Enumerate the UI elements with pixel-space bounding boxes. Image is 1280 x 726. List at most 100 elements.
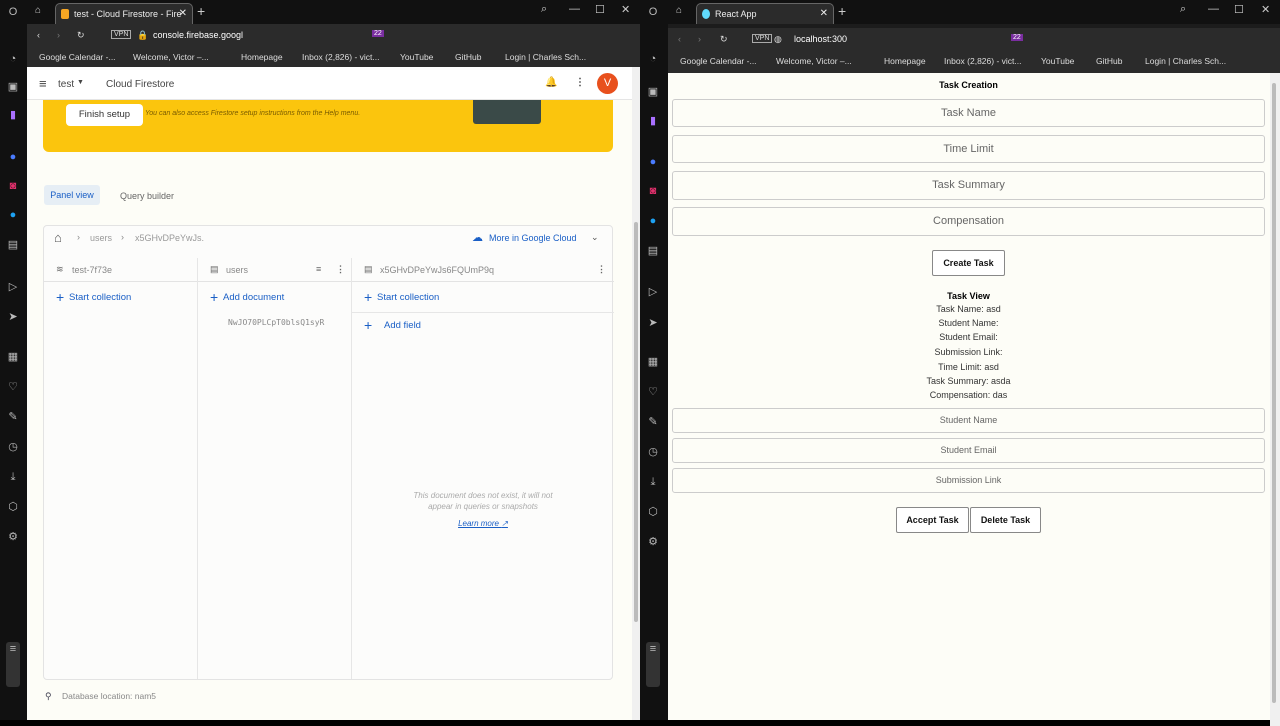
bag-icon[interactable]: ▣ <box>646 85 660 99</box>
accept-task-button[interactable]: Accept Task <box>896 507 969 533</box>
chevron-down-icon[interactable]: ▼ <box>77 79 84 86</box>
more-in-google-cloud-button[interactable]: More in Google Cloud <box>489 233 577 243</box>
download-icon[interactable]: ⤓ <box>6 470 20 484</box>
twitter-icon[interactable]: ● <box>646 214 660 228</box>
bookmark-item[interactable]: Login | Charles Sch... <box>1145 56 1226 66</box>
edit-icon[interactable]: ✎ <box>646 415 660 429</box>
bookmark-item[interactable]: Google Calendar -... <box>39 52 116 62</box>
history-icon[interactable]: ◷ <box>646 445 660 459</box>
project-selector[interactable]: test <box>58 79 74 90</box>
document-item[interactable]: NwJO70PLCpT0blsQ1syR <box>228 318 324 327</box>
compensation-input[interactable]: Compensation <box>672 207 1265 236</box>
minimize-icon[interactable]: — <box>1208 3 1219 15</box>
new-tab-icon[interactable]: + <box>838 3 846 19</box>
instagram-icon[interactable]: ◙ <box>646 184 660 198</box>
twitter-icon[interactable]: ● <box>6 208 20 222</box>
player-icon[interactable]: ▷ <box>6 280 20 294</box>
create-task-button[interactable]: Create Task <box>932 250 1005 276</box>
close-tab-icon[interactable]: ✕ <box>179 8 187 19</box>
close-tab-icon[interactable]: ✕ <box>820 8 828 19</box>
bookmark-item[interactable]: Login | Charles Sch... <box>505 52 586 62</box>
history-icon[interactable]: ◷ <box>6 440 20 454</box>
task-summary-input[interactable]: Task Summary <box>672 171 1265 200</box>
student-name-input[interactable]: Student Name <box>672 408 1265 433</box>
submission-link-input[interactable]: Submission Link <box>672 468 1265 493</box>
heart-icon[interactable]: ♡ <box>646 385 660 399</box>
twitch-icon[interactable]: ▮ <box>6 108 20 122</box>
download-icon[interactable]: ⤓ <box>646 475 660 489</box>
url-field[interactable]: console.firebase.googl <box>153 30 243 40</box>
bag-icon[interactable]: ▣ <box>6 80 20 94</box>
add-field-button[interactable]: Add field <box>352 317 421 333</box>
tab-panel-view[interactable]: Panel view <box>44 185 100 205</box>
bookmark-item[interactable]: Homepage <box>884 56 926 66</box>
scrollbar[interactable] <box>632 67 640 720</box>
settings-icon[interactable]: ⚙ <box>646 535 660 549</box>
bookmark-item[interactable]: Welcome, Victor –... <box>776 56 852 66</box>
start-collection-button[interactable]: Start collection <box>352 289 439 305</box>
bookmark-item[interactable]: Inbox (2,826) - vict... <box>944 56 1021 66</box>
close-window-icon[interactable]: ✕ <box>621 3 630 16</box>
close-window-icon[interactable]: ✕ <box>1261 3 1270 16</box>
more-vert-icon[interactable]: ⋮ <box>336 264 345 275</box>
reload-icon[interactable]: ↻ <box>77 30 85 41</box>
bookmark-item[interactable]: YouTube <box>400 52 433 62</box>
bell-icon[interactable]: 🔔 <box>545 77 557 88</box>
workspace-icon[interactable]: ≡ <box>646 642 660 687</box>
home-icon[interactable]: ⌂ <box>54 230 62 245</box>
apps-icon[interactable]: ▦ <box>646 355 660 369</box>
bookmark-item[interactable]: Google Calendar -... <box>680 56 757 66</box>
player-icon[interactable]: ▷ <box>646 285 660 299</box>
twitch-icon[interactable]: ▮ <box>646 114 660 128</box>
learn-more-link[interactable]: Learn more ↗ <box>352 518 614 529</box>
maximize-icon[interactable]: ☐ <box>595 3 605 16</box>
chevron-down-icon[interactable]: ⌄ <box>591 232 599 243</box>
back-icon[interactable]: ‹ <box>37 30 40 40</box>
start-collection-button[interactable]: Start collection <box>44 289 131 305</box>
send-icon[interactable]: ➤ <box>646 316 660 330</box>
breadcrumb-document[interactable]: x5GHvDPeYwJs. <box>135 233 204 243</box>
more-vert-icon[interactable]: ⋮ <box>597 264 606 275</box>
more-vert-icon[interactable]: ⋮ <box>575 77 585 88</box>
add-document-button[interactable]: Add document <box>198 289 284 305</box>
tab-react-app[interactable]: React App ✕ <box>696 3 834 24</box>
speed-dial-icon[interactable]: ◔ <box>646 52 660 66</box>
heart-icon[interactable]: ♡ <box>6 380 20 394</box>
opera-logo-icon[interactable]: O <box>646 5 660 19</box>
cube-icon[interactable]: ⬡ <box>646 505 660 519</box>
send-icon[interactable]: ➤ <box>6 310 20 324</box>
tab-query-builder[interactable]: Query builder <box>120 191 174 201</box>
apps-icon[interactable]: ▦ <box>6 350 20 364</box>
tab-firestore[interactable]: test - Cloud Firestore - Fire ✕ <box>55 3 193 24</box>
task-name-input[interactable]: Task Name <box>672 99 1265 127</box>
menu-icon[interactable]: ≡ <box>39 76 47 91</box>
minimize-icon[interactable]: — <box>569 3 580 15</box>
discord-icon[interactable]: ▤ <box>6 238 20 252</box>
instagram-icon[interactable]: ◙ <box>6 179 20 193</box>
tab-island-icon[interactable]: ⌂ <box>35 5 41 16</box>
breadcrumb-users[interactable]: users <box>90 233 112 243</box>
forward-icon[interactable]: › <box>698 34 701 44</box>
bookmark-item[interactable]: GitHub <box>1096 56 1122 66</box>
delete-task-button[interactable]: Delete Task <box>970 507 1041 533</box>
messenger-icon[interactable]: ● <box>646 155 660 169</box>
new-tab-icon[interactable]: + <box>197 3 205 19</box>
student-email-input[interactable]: Student Email <box>672 438 1265 463</box>
time-limit-input[interactable]: Time Limit <box>672 135 1265 163</box>
bookmark-item[interactable]: GitHub <box>455 52 481 62</box>
extension-badge[interactable]: 22 <box>372 30 384 37</box>
edit-icon[interactable]: ✎ <box>6 410 20 424</box>
vpn-badge[interactable]: VPN <box>752 34 773 43</box>
search-tabs-icon[interactable]: ⌕ <box>541 3 547 16</box>
messenger-icon[interactable]: ● <box>6 150 20 164</box>
speed-dial-icon[interactable]: ◔ <box>6 52 20 66</box>
bookmark-item[interactable]: Homepage <box>241 52 283 62</box>
maximize-icon[interactable]: ☐ <box>1234 3 1244 16</box>
url-field[interactable]: localhost:300 <box>794 34 847 44</box>
filter-icon[interactable]: ≡ <box>316 264 321 274</box>
search-tabs-icon[interactable]: ⌕ <box>1180 3 1186 16</box>
tab-island-icon[interactable]: ⌂ <box>676 5 682 16</box>
scrollbar[interactable] <box>1270 73 1280 726</box>
bookmark-item[interactable]: YouTube <box>1041 56 1074 66</box>
back-icon[interactable]: ‹ <box>678 34 681 44</box>
